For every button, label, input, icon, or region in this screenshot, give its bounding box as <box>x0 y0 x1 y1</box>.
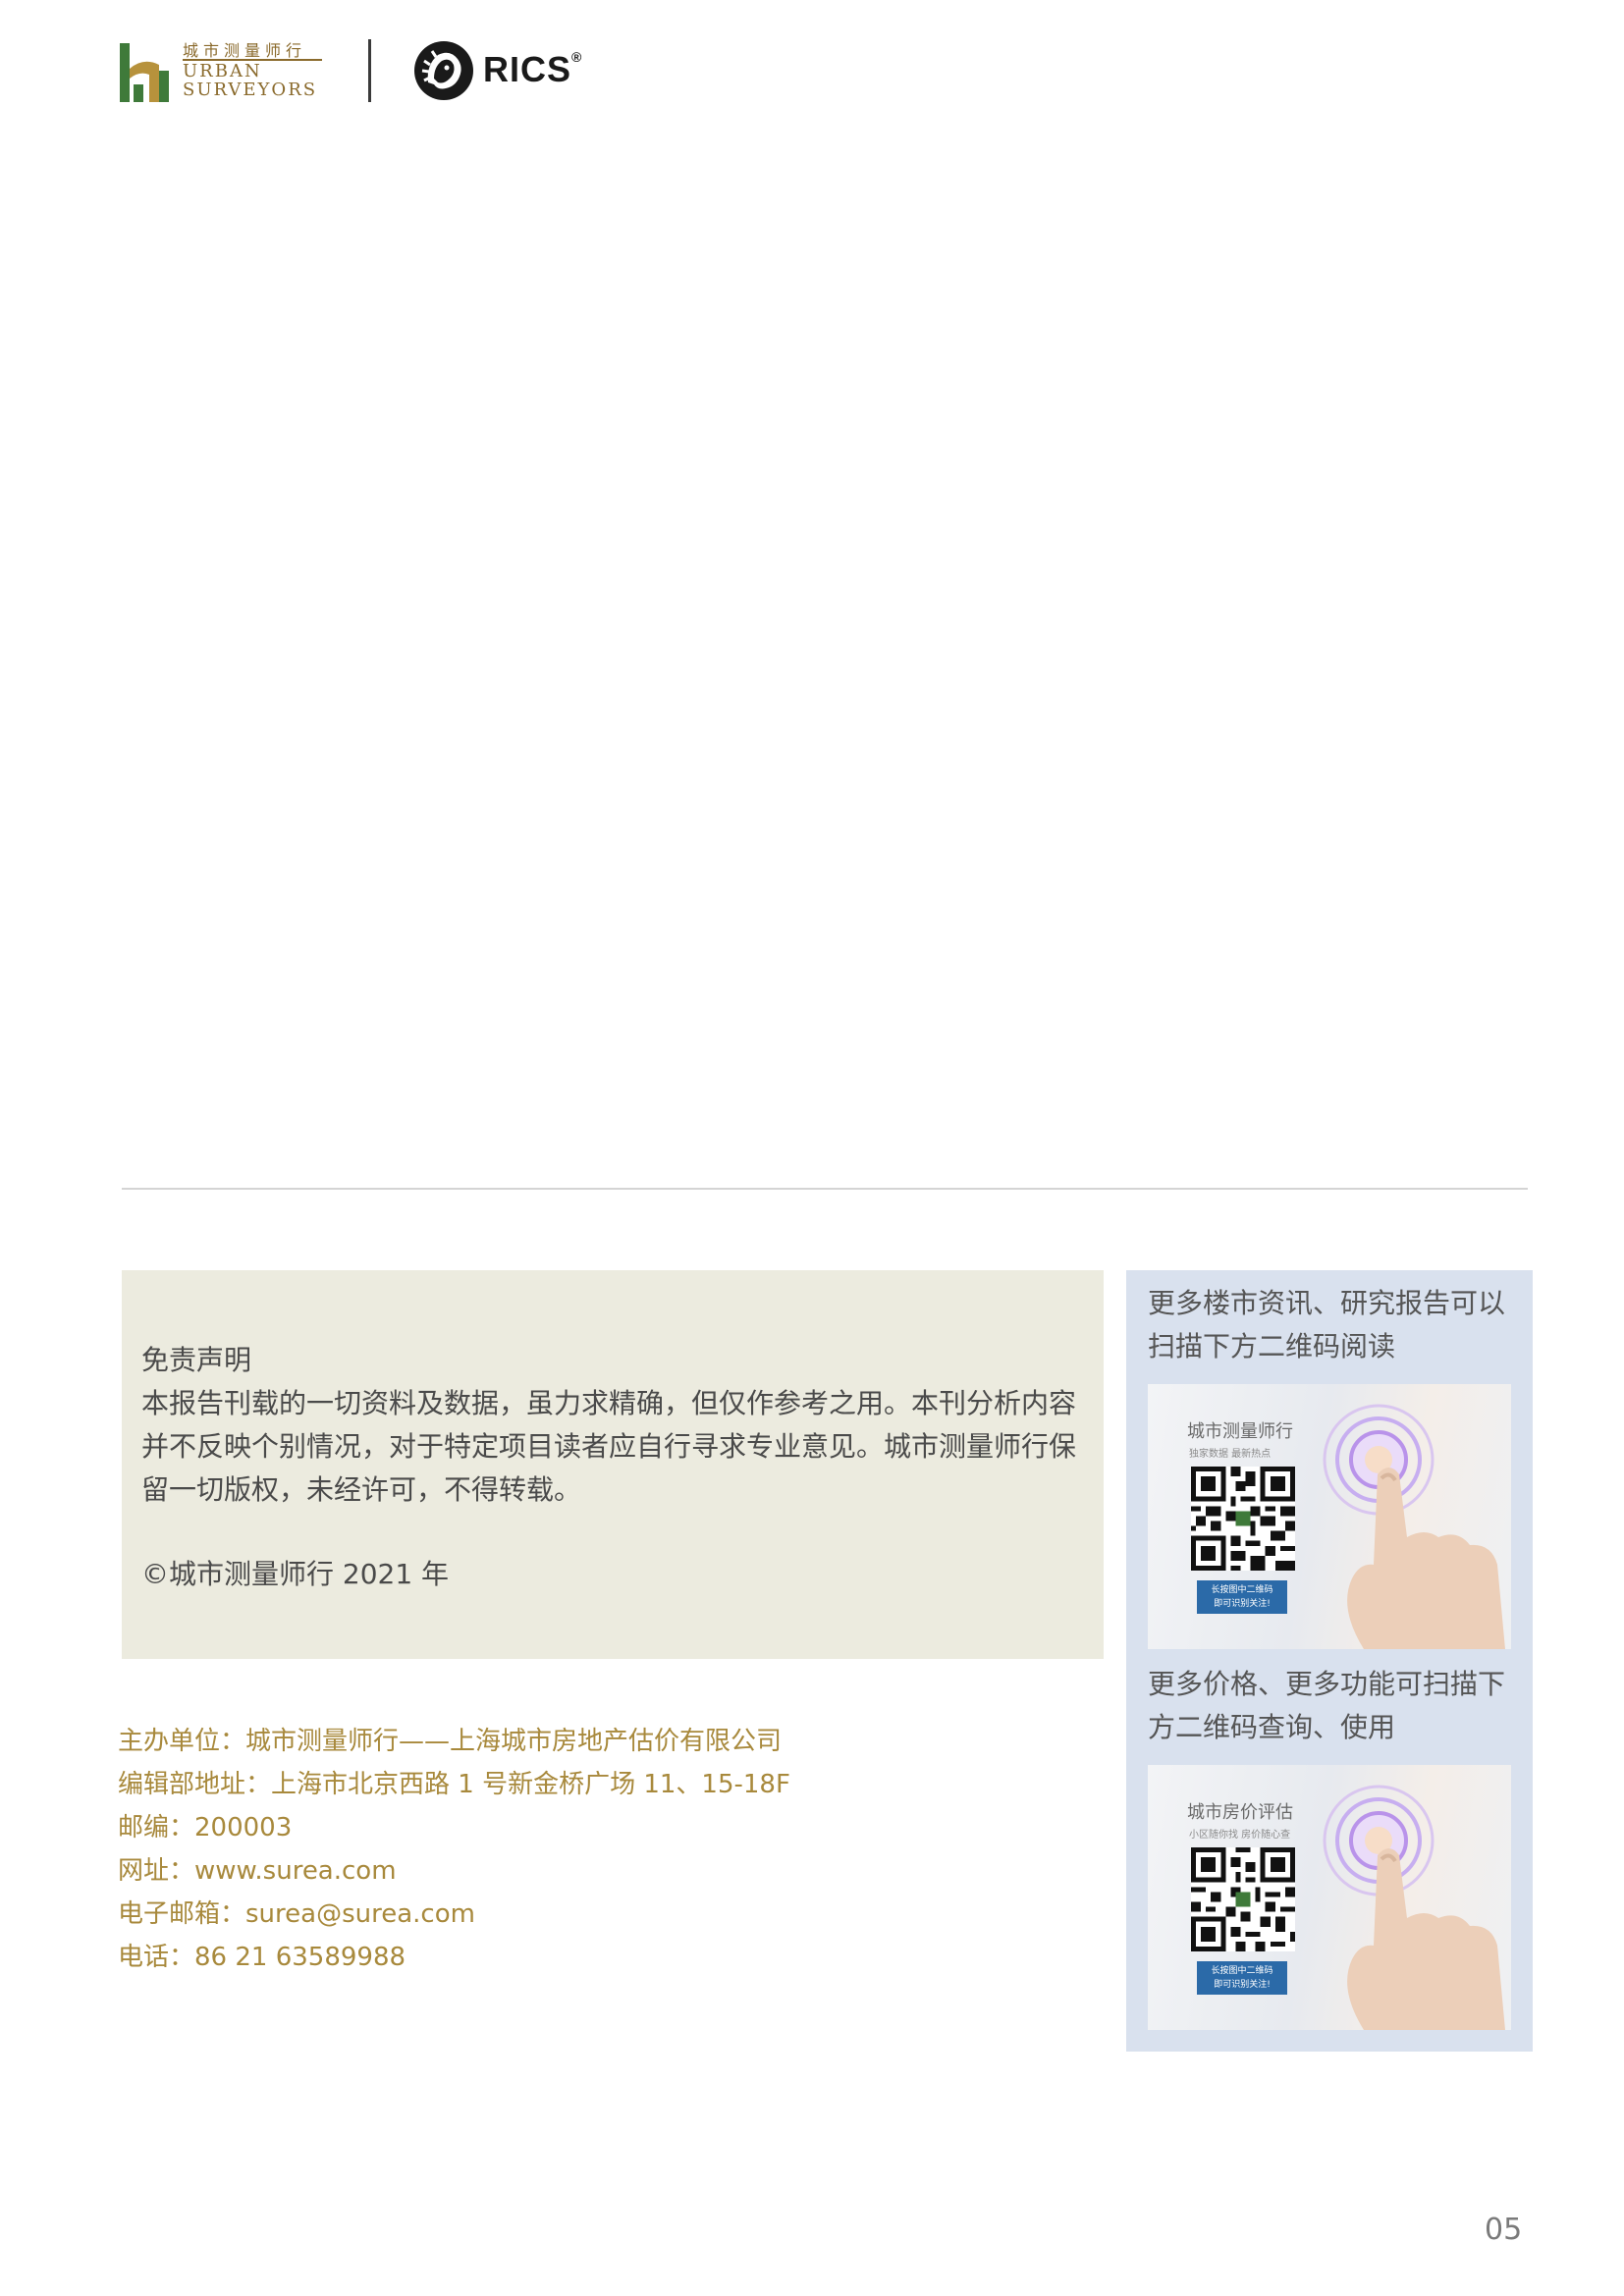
disclaimer-box: 免责声明 本报告刊载的一切资料及数据，虽力求精确，但仅作参考之用。本刊分析内容并… <box>122 1270 1104 1659</box>
urban-surveyors-name-cn: 城市测量师行 <box>183 41 307 60</box>
qr-code-icon[interactable] <box>1191 1847 1295 1951</box>
page-number: 05 <box>1485 2213 1523 2247</box>
address-line: 编辑部地址：上海市北京西路 1 号新金桥广场 11、15-18F <box>118 1770 790 1799</box>
pointing-hand-icon <box>1347 1848 1505 2030</box>
pointing-hand-icon <box>1347 1468 1505 1649</box>
logo-divider <box>368 39 371 102</box>
qr-card-wechat: 城市测量师行 独家数据 最新热点 长按图中二维码 即可识别关注! <box>1148 1384 1511 1649</box>
qr-code-panel: 更多楼市资讯、研究报告可以扫描下方二维码阅读 城市测量师行 独家数据 最新热点 … <box>1126 1270 1533 2052</box>
copyright-notice: ©城市测量师行 2021 年 <box>141 1558 450 1590</box>
disclaimer-title: 免责声明 <box>141 1344 252 1376</box>
qr-card-valuation: 城市房价评估 小区随你找 房价随心查 长按图中二维码 即可识别关注! <box>1148 1765 1511 2030</box>
postcode-line: 邮编：200003 <box>118 1813 293 1842</box>
qr-instruction-badge: 长按图中二维码 即可识别关注! <box>1197 1580 1287 1614</box>
qr-badge-line2: 即可识别关注! <box>1214 1980 1271 1990</box>
urban-surveyors-name-en-line1: URBAN <box>183 61 262 81</box>
rics-wordmark-text: RICS <box>483 49 572 89</box>
website-line[interactable]: 网址：www.surea.com <box>118 1849 790 1893</box>
urban-surveyors-logo-mark-icon <box>120 43 169 102</box>
qr-badge-line2: 即可识别关注! <box>1214 1599 1271 1609</box>
qr-card-title: 城市房价评估 <box>1187 1802 1293 1823</box>
phone-line: 电话：86 21 63589988 <box>118 1943 406 1972</box>
email-line[interactable]: 电子邮箱：surea@surea.com <box>118 1893 790 1936</box>
qr-card-subtitle: 小区随你找 房价随心查 <box>1189 1830 1291 1841</box>
qr-caption-research: 更多楼市资讯、研究报告可以扫描下方二维码阅读 <box>1148 1287 1506 1362</box>
qr-card-subtitle: 独家数据 最新热点 <box>1189 1449 1272 1460</box>
qr-caption-valuation: 更多价格、更多功能可扫描下方二维码查询、使用 <box>1148 1668 1506 1743</box>
urban-surveyors-name-en-line2: SURVEYORS <box>183 80 318 100</box>
disclaimer-body: 本报告刊载的一切资料及数据，虽力求精确，但仅作参考之用。本刊分析内容并不反映个别… <box>141 1387 1077 1506</box>
page-header: 城市测量师行 URBAN SURVEYORS RICS® <box>116 37 626 106</box>
organizer-line: 主办单位：城市测量师行——上海城市房地产估价有限公司 <box>118 1727 783 1756</box>
section-divider <box>122 1188 1528 1190</box>
contact-info: 主办单位：城市测量师行——上海城市房地产估价有限公司 编辑部地址：上海市北京西路… <box>118 1720 790 1979</box>
qr-badge-line1: 长按图中二维码 <box>1211 1966 1273 1976</box>
urban-surveyors-logo: 城市测量师行 URBAN SURVEYORS <box>116 37 322 106</box>
rics-registered-mark: ® <box>571 49 583 65</box>
qr-badge-line1: 长按图中二维码 <box>1211 1585 1273 1595</box>
rics-wordmark: RICS® <box>483 49 582 90</box>
qr-code-icon[interactable] <box>1191 1467 1295 1571</box>
rics-lion-icon <box>414 41 473 100</box>
qr-card-title: 城市测量师行 <box>1187 1421 1293 1442</box>
qr-instruction-badge: 长按图中二维码 即可识别关注! <box>1197 1961 1287 1995</box>
